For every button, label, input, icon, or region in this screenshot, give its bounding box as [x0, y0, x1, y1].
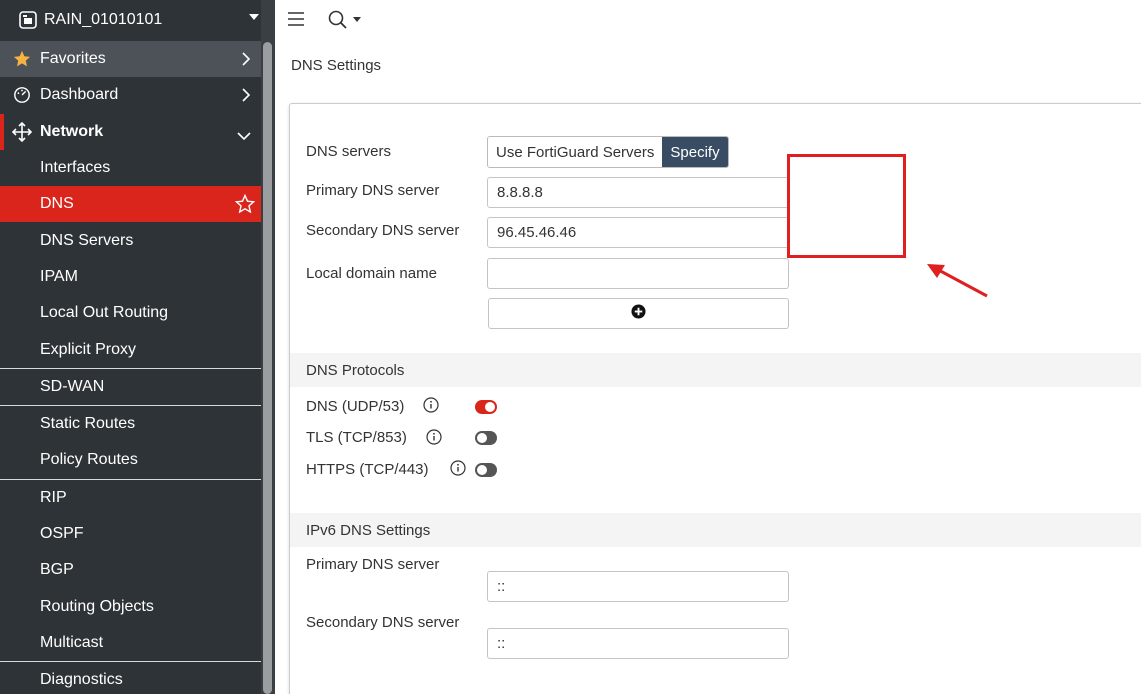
sidebar-item-bgp[interactable]: BGP — [0, 552, 261, 588]
https-label: HTTPS (TCP/443) — [306, 461, 429, 478]
info-icon[interactable] — [450, 460, 466, 476]
sidebar-item-favorites[interactable]: Favorites — [0, 41, 261, 78]
sidebar-item-dashboard[interactable]: Dashboard — [0, 77, 261, 113]
sidebar-item-label: Static Routes — [40, 415, 136, 433]
sidebar-item-policy-routes[interactable]: Policy Routes — [0, 442, 261, 478]
sidebar-item-label: Multicast — [40, 633, 104, 651]
sidebar-item-label: Interfaces — [40, 159, 111, 177]
sidebar-item-ospf[interactable]: OSPF — [0, 516, 261, 552]
chevron-right-icon — [241, 88, 251, 107]
sidebar-item-rip[interactable]: RIP — [0, 480, 261, 516]
local-domain-input[interactable] — [487, 258, 789, 289]
toggle-knob — [485, 402, 495, 412]
secondary-dns-input[interactable]: 96.45.46.46 — [487, 217, 789, 248]
sidebar-item-label: Explicit Proxy — [40, 340, 137, 358]
page-title: DNS Settings — [291, 57, 382, 74]
specify-option[interactable]: Specify — [662, 137, 728, 167]
device-name: RAIN_01010101 — [44, 11, 163, 28]
ipv6-secondary-label: Secondary DNS server — [306, 614, 460, 631]
plus-circle-icon — [631, 303, 646, 324]
ipv6-dns-heading: IPv6 DNS Settings — [290, 513, 1141, 547]
https-toggle[interactable] — [475, 463, 497, 477]
info-icon[interactable] — [426, 429, 442, 445]
tls-label: TLS (TCP/853) — [306, 429, 407, 446]
toggle-knob — [477, 465, 487, 475]
star-outline-icon[interactable] — [234, 193, 256, 219]
primary-dns-input[interactable]: 8.8.8.8 — [487, 177, 789, 208]
secondary-dns-label: Secondary DNS server — [306, 222, 460, 239]
sidebar-item-label: BGP — [40, 561, 74, 579]
chevron-right-icon — [241, 52, 251, 71]
ipv6-primary-label: Primary DNS server — [306, 556, 440, 573]
local-domain-label: Local domain name — [306, 265, 437, 282]
info-icon[interactable] — [423, 397, 439, 413]
sidebar-item-local-out-routing[interactable]: Local Out Routing — [0, 295, 261, 331]
sidebar-item-label: SD-WAN — [40, 377, 105, 395]
sidebar-item-label: Dashboard — [40, 86, 119, 104]
sidebar-item-explicit-proxy[interactable]: Explicit Proxy — [0, 331, 261, 367]
tls-toggle[interactable] — [475, 431, 497, 445]
hamburger-menu-icon[interactable] — [288, 12, 304, 31]
chevron-down-icon — [237, 128, 251, 146]
ipv6-secondary-input[interactable]: :: — [487, 628, 789, 659]
sidebar-item-label: Local Out Routing — [40, 304, 169, 322]
device-selector[interactable]: RAIN_01010101 — [0, 0, 275, 40]
sidebar-item-label: Diagnostics — [40, 671, 123, 689]
star-icon — [12, 49, 32, 69]
sidebar: RAIN_01010101 Favorites Dashboard Networ… — [0, 0, 275, 694]
sidebar-item-interfaces[interactable]: Interfaces — [0, 150, 261, 186]
sidebar-item-dns-servers[interactable]: DNS Servers — [0, 222, 261, 258]
sidebar-item-label: DNS Servers — [40, 231, 134, 249]
network-icon — [12, 121, 32, 142]
scrollbar-thumb[interactable] — [263, 42, 272, 694]
toggle-knob — [477, 433, 487, 443]
annotation-arrow-icon — [925, 262, 991, 305]
sidebar-item-ipam[interactable]: IPAM — [0, 259, 261, 295]
sidebar-item-label: RIP — [40, 488, 67, 506]
top-toolbar — [275, 0, 1141, 40]
dns-servers-label: DNS servers — [306, 143, 392, 160]
dns-udp-toggle[interactable] — [475, 400, 497, 414]
sidebar-item-label: Favorites — [40, 50, 106, 68]
primary-dns-label: Primary DNS server — [306, 182, 440, 199]
use-fortiguard-option[interactable]: Use FortiGuard Servers — [488, 137, 663, 167]
sidebar-item-label: DNS — [40, 195, 74, 213]
dns-protocols-heading: DNS Protocols — [290, 353, 1141, 387]
dashboard-icon — [12, 85, 32, 105]
sidebar-item-diagnostics[interactable]: Diagnostics — [0, 662, 261, 694]
sidebar-item-label: Network — [40, 122, 104, 140]
sidebar-item-network[interactable]: Network — [0, 113, 261, 150]
sidebar-item-static-routes[interactable]: Static Routes — [0, 406, 261, 442]
sidebar-item-sd-wan[interactable]: SD-WAN — [0, 369, 261, 405]
device-icon — [18, 10, 38, 30]
sidebar-item-label: IPAM — [40, 267, 78, 285]
add-domain-button[interactable] — [488, 298, 789, 329]
sidebar-item-dns[interactable]: DNS — [0, 186, 261, 223]
nav-menu: Favorites Dashboard Network Interfaces D… — [0, 41, 261, 694]
dns-servers-toggle: Use FortiGuard Servers Specify — [487, 136, 729, 168]
sidebar-item-label: OSPF — [40, 525, 84, 542]
annotation-highlight-box — [787, 154, 906, 258]
chevron-down-icon[interactable] — [353, 17, 361, 22]
dns-udp-label: DNS (UDP/53) — [306, 398, 405, 415]
sidebar-item-routing-objects[interactable]: Routing Objects — [0, 588, 261, 624]
ipv6-primary-input[interactable]: :: — [487, 571, 789, 602]
search-icon[interactable] — [328, 10, 348, 35]
sidebar-item-multicast[interactable]: Multicast — [0, 625, 261, 661]
sidebar-item-label: Policy Routes — [40, 451, 138, 469]
chevron-down-icon[interactable] — [249, 14, 259, 20]
sidebar-item-label: Routing Objects — [40, 597, 154, 615]
